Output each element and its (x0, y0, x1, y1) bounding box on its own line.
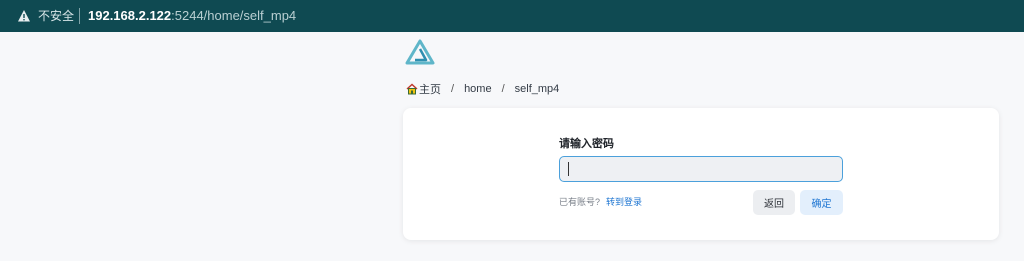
password-input[interactable] (559, 156, 843, 182)
url-path: :5244/home/self_mp4 (171, 8, 297, 23)
password-prompt-label: 请输入密码 (559, 138, 614, 150)
breadcrumb-separator: / (501, 83, 505, 95)
browser-address-bar: 不安全 192.168.2.122:5244/home/self_mp4 (0, 0, 1024, 32)
address-divider (79, 8, 80, 24)
url-field[interactable]: 192.168.2.122:5244/home/self_mp4 (88, 8, 296, 24)
password-card: 请输入密码 已有账号? 转到登录 返回 确定 (403, 108, 999, 240)
security-status-label[interactable]: 不安全 (38, 9, 74, 23)
breadcrumb-item-home[interactable]: home (464, 83, 492, 95)
breadcrumb: 主页 / home / self_mp4 (406, 82, 559, 96)
breadcrumb-separator: / (451, 83, 455, 95)
has-account-text: 已有账号? (559, 197, 601, 207)
text-caret (568, 162, 569, 176)
breadcrumb-home[interactable]: 主页 (419, 81, 441, 97)
breadcrumb-item-self-mp4[interactable]: self_mp4 (515, 83, 560, 95)
home-icon[interactable] (406, 83, 418, 95)
alist-logo-icon[interactable] (405, 39, 435, 65)
go-to-login-link[interactable]: 转到登录 (606, 195, 642, 208)
warning-icon[interactable] (17, 9, 31, 23)
confirm-button[interactable]: 确定 (800, 190, 843, 215)
back-button[interactable]: 返回 (753, 190, 795, 215)
url-host: 192.168.2.122 (88, 8, 172, 23)
